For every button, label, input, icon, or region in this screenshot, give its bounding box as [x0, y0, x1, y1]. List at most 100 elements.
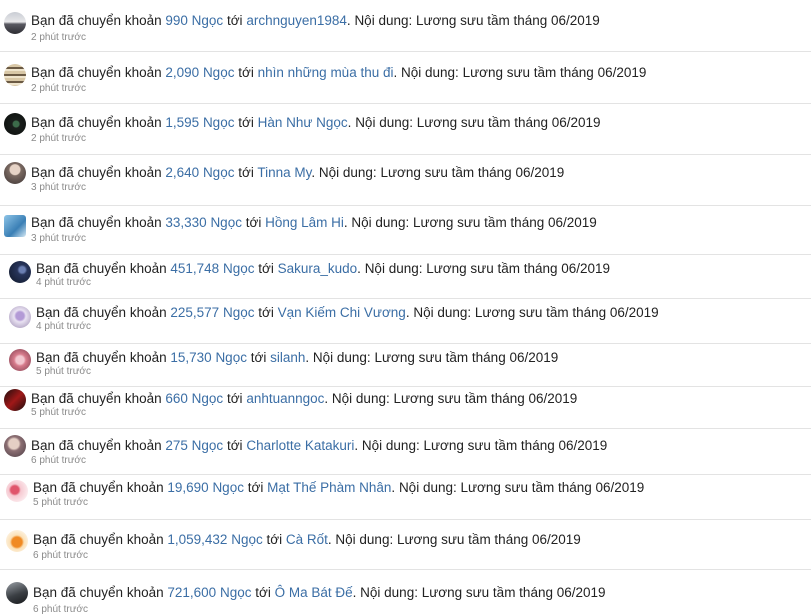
- content-label: Nội dung:: [312, 350, 371, 365]
- amount-link[interactable]: 990 Ngọc: [165, 13, 223, 28]
- message-to: tới: [258, 305, 274, 320]
- recipient-link[interactable]: Tinna My: [257, 165, 311, 180]
- avatar-person-icon[interactable]: [4, 162, 26, 184]
- message-to: tới: [238, 65, 254, 80]
- list-item: Bạn đã chuyển khoản 275 Ngọc tới Charlot…: [0, 429, 811, 475]
- message-to: tới: [226, 13, 243, 28]
- message-to: tới: [258, 261, 274, 276]
- message-to: tới: [250, 350, 267, 365]
- timestamp: 5 phút trước: [33, 497, 88, 508]
- content-text: Lương sưu tầm tháng 06/2019: [380, 165, 565, 180]
- list-item: Bạn đã chuyển khoản 19,690 Ngọc tới Mạt …: [0, 475, 811, 520]
- message-prefix: Bạn đã chuyển khoản: [31, 13, 162, 28]
- avatar-car-icon[interactable]: [6, 582, 28, 604]
- message-to: tới: [245, 215, 262, 230]
- recipient-link[interactable]: nhìn những mùa thu đi: [258, 65, 394, 80]
- message-prefix: Bạn đã chuyển khoản: [36, 305, 167, 320]
- list-item: Bạn đã chuyển khoản 1,595 Ngọc tới Hàn N…: [0, 104, 811, 155]
- content-text: Lương sưu tầm tháng 06/2019: [412, 215, 597, 230]
- recipient-link[interactable]: Mạt Thế Phàm Nhân: [267, 480, 391, 495]
- avatar-carrot-icon[interactable]: [6, 530, 28, 552]
- message-prefix: Bạn đã chuyển khoản: [31, 115, 162, 130]
- content-text: Lương sưu tầm tháng 06/2019: [423, 438, 608, 453]
- message-to: tới: [247, 480, 264, 495]
- message-prefix: Bạn đã chuyển khoản: [36, 350, 167, 365]
- message-prefix: Bạn đã chuyển khoản: [31, 391, 162, 406]
- timestamp: 2 phút trước: [31, 32, 86, 43]
- message-prefix: Bạn đã chuyển khoản: [31, 215, 162, 230]
- avatar-space-icon[interactable]: [4, 113, 26, 135]
- content-label: Nội dung:: [335, 532, 394, 547]
- avatar-pink-icon[interactable]: [9, 349, 31, 371]
- message-prefix: Bạn đã chuyển khoản: [31, 65, 162, 80]
- content-label: Nội dung:: [318, 165, 377, 180]
- content-text: Lương sưu tầm tháng 06/2019: [421, 585, 606, 600]
- list-item: Bạn đã chuyển khoản 990 Ngọc tới archngu…: [0, 0, 811, 52]
- amount-link[interactable]: 2,640 Ngọc: [165, 165, 234, 180]
- amount-link[interactable]: 15,730 Ngọc: [170, 350, 247, 365]
- avatar-flowers-icon[interactable]: [6, 480, 28, 502]
- timestamp: 6 phút trước: [31, 455, 86, 466]
- content-text: Lương sưu tầm tháng 06/2019: [416, 13, 600, 28]
- avatar-landscape-icon[interactable]: [4, 12, 26, 34]
- message-prefix: Bạn đã chuyển khoản: [36, 261, 167, 276]
- recipient-link[interactable]: Vạn Kiếm Chi Vương: [278, 305, 406, 320]
- recipient-link[interactable]: silanh: [270, 350, 305, 365]
- avatar-stripes-icon[interactable]: [4, 64, 26, 86]
- amount-link[interactable]: 1,595 Ngọc: [165, 115, 234, 130]
- message-prefix: Bạn đã chuyển khoản: [33, 480, 164, 495]
- content-label: Nội dung:: [355, 115, 413, 130]
- content-text: Lương sưu tầm tháng 06/2019: [474, 305, 659, 320]
- content-text: Lương sưu tầm tháng 06/2019: [426, 261, 611, 276]
- recipient-link[interactable]: Ô Ma Bát Đế: [275, 585, 353, 600]
- amount-link[interactable]: 451,748 Ngọc: [170, 261, 254, 276]
- content-label: Nội dung:: [331, 391, 390, 406]
- amount-link[interactable]: 225,577 Ngọc: [170, 305, 254, 320]
- timestamp: 2 phút trước: [31, 83, 86, 94]
- amount-link[interactable]: 721,600 Ngọc: [167, 585, 251, 600]
- list-item: Bạn đã chuyển khoản 2,090 Ngọc tới nhìn …: [0, 52, 811, 104]
- list-item: Bạn đã chuyển khoản 451,748 Ngọc tới Sak…: [0, 255, 811, 299]
- transfer-history-list: Bạn đã chuyển khoản 990 Ngọc tới archngu…: [0, 0, 811, 616]
- avatar-anime-icon[interactable]: [4, 435, 26, 457]
- message-prefix: Bạn đã chuyển khoản: [31, 438, 162, 453]
- content-text: Lương sưu tầm tháng 06/2019: [396, 532, 581, 547]
- amount-link[interactable]: 2,090 Ngọc: [165, 65, 234, 80]
- message-to: tới: [238, 115, 254, 130]
- list-item: Bạn đã chuyển khoản 33,330 Ngọc tới Hồng…: [0, 206, 811, 255]
- message-to: tới: [238, 165, 254, 180]
- recipient-link[interactable]: archnguyen1984: [246, 13, 347, 28]
- content-label: Nội dung:: [360, 585, 418, 600]
- recipient-link[interactable]: Charlotte Katakuri: [246, 438, 354, 453]
- timestamp: 5 phút trước: [36, 366, 91, 377]
- recipient-link[interactable]: Cà Rốt: [286, 532, 328, 547]
- recipient-link[interactable]: anhtuanngoc: [246, 391, 324, 406]
- content-label: Nội dung:: [351, 215, 410, 230]
- amount-link[interactable]: 275 Ngọc: [165, 438, 223, 453]
- amount-link[interactable]: 19,690 Ngọc: [167, 480, 244, 495]
- list-item: Bạn đã chuyển khoản 1,059,432 Ngọc tới C…: [0, 520, 811, 570]
- content-text: Lương sưu tầm tháng 06/2019: [374, 350, 559, 365]
- recipient-link[interactable]: Hàn Như Ngọc: [258, 115, 348, 130]
- content-label: Nội dung:: [401, 65, 459, 80]
- timestamp: 2 phút trước: [31, 133, 86, 144]
- content-text: Lương sưu tầm tháng 06/2019: [416, 115, 601, 130]
- timestamp: 3 phút trước: [31, 182, 86, 193]
- recipient-link[interactable]: Sakura_kudo: [278, 261, 358, 276]
- amount-link[interactable]: 33,330 Ngọc: [165, 215, 242, 230]
- timestamp: 6 phút trước: [33, 550, 88, 561]
- recipient-link[interactable]: Hồng Lâm Hi: [265, 215, 344, 230]
- content-text: Lương sưu tầm tháng 06/2019: [393, 391, 578, 406]
- amount-link[interactable]: 1,059,432 Ngọc: [167, 532, 262, 547]
- avatar-device-icon[interactable]: [4, 215, 26, 237]
- message-to: tới: [255, 585, 271, 600]
- timestamp: 6 phút trước: [33, 604, 88, 615]
- list-item: Bạn đã chuyển khoản 15,730 Ngọc tới sila…: [0, 344, 811, 387]
- timestamp: 4 phút trước: [36, 321, 91, 332]
- avatar-night-icon[interactable]: [9, 261, 31, 283]
- avatar-red-dark-icon[interactable]: [4, 389, 26, 411]
- amount-link[interactable]: 660 Ngọc: [165, 391, 223, 406]
- avatar-character-icon[interactable]: [9, 306, 31, 328]
- message-prefix: Bạn đã chuyển khoản: [33, 585, 164, 600]
- content-label: Nội dung:: [354, 13, 413, 28]
